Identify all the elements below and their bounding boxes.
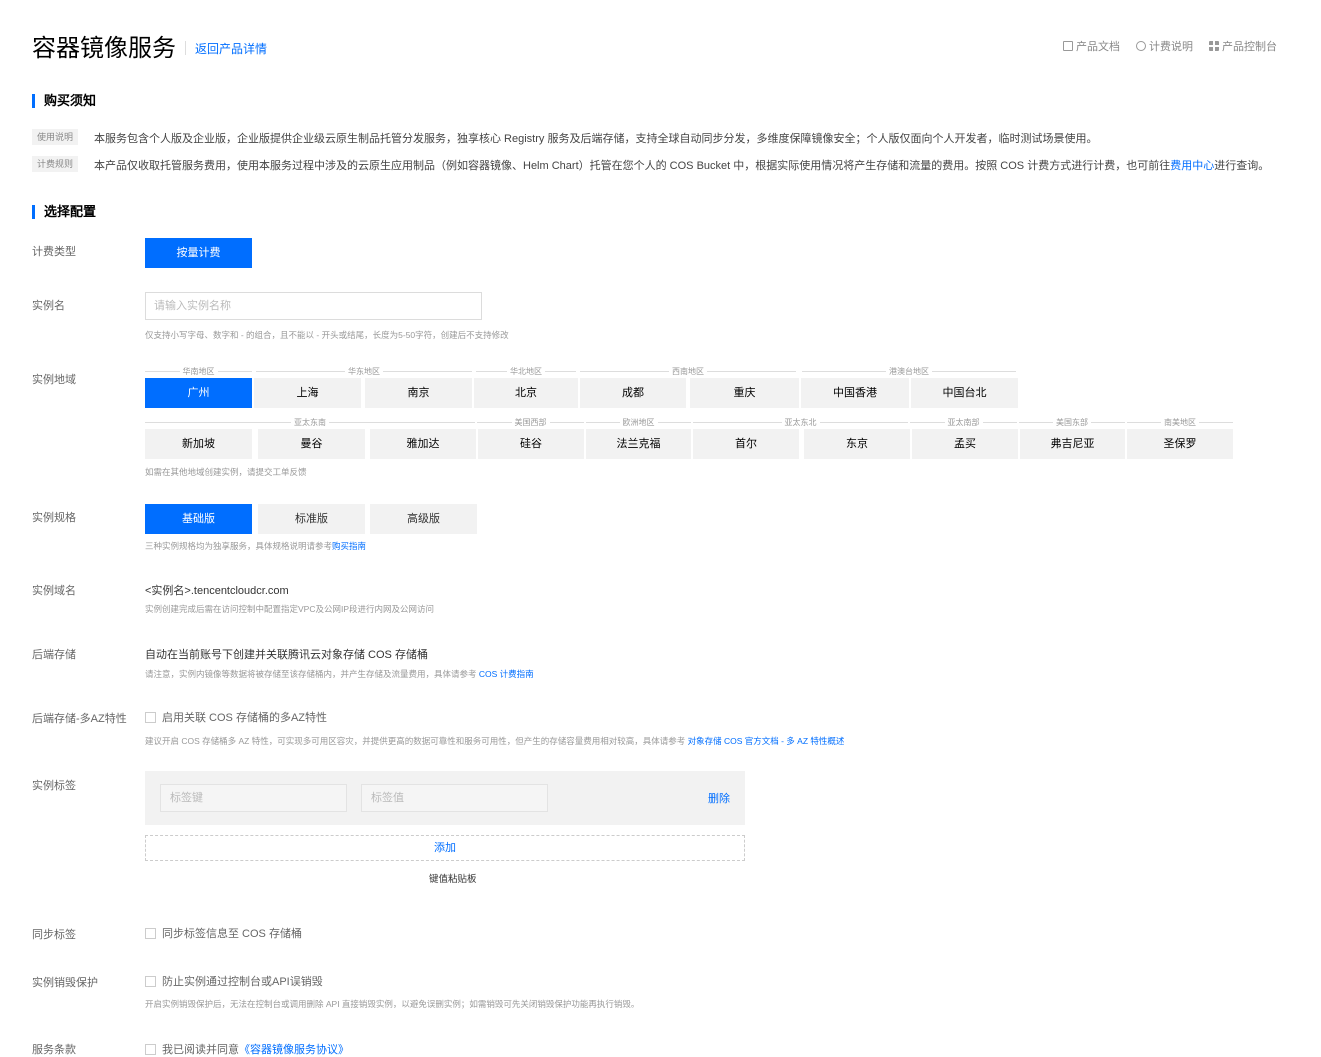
multi-az-hint-text: 建议开启 COS 存储桶多 AZ 特性，可实现多可用区容灾，并提供更高的数据可靠… [145,736,686,746]
info-icon [1136,41,1146,51]
region-group-us-west: 美国西部 [477,416,584,428]
grid-icon [1209,41,1219,51]
purchase-guide-link[interactable]: 购买指南 [332,541,366,551]
spec-standard-button[interactable]: 标准版 [258,504,365,534]
spec-hint: 三种实例规格均为独享服务，具体规格说明请参考购买指南 [145,540,366,552]
region-chongqing[interactable]: 重庆 [690,378,799,408]
notice-section-title: 购买须知 [32,94,96,108]
storage-hint: 请注意，实例内镜像等数据将被存储至该存储桶内，并产生存储及流量费用，具体请参考 … [145,668,534,680]
title-divider [185,41,186,55]
billing-rule-tag: 计费规则 [32,156,78,172]
region-guangzhou[interactable]: 广州 [145,378,252,408]
usage-tag: 使用说明 [32,129,78,145]
sync-tags-option[interactable]: 同步标签信息至 COS 存储桶 [145,925,302,941]
region-tokyo[interactable]: 东京 [804,429,910,459]
multi-az-option[interactable]: 启用关联 COS 存储桶的多AZ特性 [145,709,327,725]
spec-premium-button[interactable]: 高级版 [370,504,477,534]
region-silicon-valley[interactable]: 硅谷 [478,429,584,459]
multi-az-checkbox[interactable] [145,711,156,723]
sync-tags-checkbox[interactable] [145,927,156,939]
terms-checkbox[interactable] [145,1043,156,1055]
terms-text: 我已阅读并同意《容器镜像服务协议》 [162,1044,349,1056]
region-group-south-america: 南美地区 [1127,416,1233,428]
region-group-ap-south: 亚太南部 [910,416,1017,428]
destroy-protect-option[interactable]: 防止实例通过控制台或API误销毁 [145,973,323,989]
region-nanjing[interactable]: 南京 [365,378,472,408]
region-sao-paulo[interactable]: 圣保罗 [1127,429,1233,459]
pay-as-you-go-button[interactable]: 按量计费 [145,238,252,268]
region-group-southwest-china: 西南地区 [580,365,796,377]
region-hint: 如需在其他地域创建实例，请提交工单反馈 [145,467,307,477]
region-frankfurt[interactable]: 法兰克福 [586,429,691,459]
billing-rule-text: 本产品仅收取托管服务费用，使用本服务过程中涉及的云原生应用制品（例如容器镜像、H… [94,157,1269,173]
instance-name-label: 实例名 [32,300,65,312]
instance-name-hint: 仅支持小写字母、数字和 - 的组合，且不能以 - 开头或结尾，长度为5-50字符… [145,330,509,340]
billing-info-link[interactable]: 计费说明 [1136,38,1193,54]
document-icon [1063,41,1073,51]
billing-type-label: 计费类型 [32,246,76,258]
product-console-link[interactable]: 产品控制台 [1209,38,1277,54]
terms-label: 服务条款 [32,1044,76,1056]
region-mumbai[interactable]: 孟买 [912,429,1018,459]
tag-add-button[interactable]: 添加 [145,835,745,861]
sync-tags-label: 同步标签 [32,929,76,941]
tag-delete-button[interactable]: 删除 [708,790,730,806]
region-seoul[interactable]: 首尔 [693,429,799,459]
tag-value-input[interactable]: 标签值 [361,784,548,812]
region-group-us-east: 美国东部 [1019,416,1125,428]
region-beijing[interactable]: 北京 [474,378,578,408]
storage-hint-text: 请注意，实例内镜像等数据将被存储至该存储桶内，并产生存储及流量费用，具体请参考 [145,669,477,679]
storage-label: 后端存储 [32,649,76,661]
tag-paste-board-button[interactable]: 键值粘贴板 [429,871,477,885]
region-taipei[interactable]: 中国台北 [911,378,1018,408]
spec-basic-button[interactable]: 基础版 [145,504,252,534]
tags-label: 实例标签 [32,780,76,792]
back-to-product-link[interactable]: 返回产品详情 [195,40,267,57]
top-links: 产品文档 计费说明 产品控制台 [1063,38,1277,54]
domain-hint: 实例创建完成后需在访问控制中配置指定VPC及公网IP段进行内网及公网访问 [145,604,435,614]
page-title: 容器镜像服务 [32,35,176,62]
destroy-protect-label: 实例销毁保护 [32,977,98,989]
region-virginia[interactable]: 弗吉尼亚 [1020,429,1125,459]
region-hongkong[interactable]: 中国香港 [801,378,909,408]
cost-center-link[interactable]: 费用中心 [1170,160,1214,172]
region-group-hk-tw: 港澳台地区 [802,365,1016,377]
multi-az-label: 后端存储-多AZ特性 [32,713,127,725]
terms-option[interactable]: 我已阅读并同意《容器镜像服务协议》 [145,1041,349,1057]
destroy-protect-hint: 开启实例销毁保护后，无法在控制台或调用删除 API 直接销毁实例，以避免误删实例… [145,999,640,1009]
domain-value: <实例名>.tencentcloudcr.com [145,585,289,597]
instance-name-input[interactable]: 请输入实例名称 [145,292,482,320]
destroy-protect-checkbox[interactable] [145,975,156,987]
config-section-title: 选择配置 [32,205,96,219]
region-group-east-china: 华东地区 [256,365,472,377]
region-group-ap-northeast: 亚太东北 [693,416,908,428]
region-group-north-china: 华北地区 [476,365,576,377]
tag-key-input[interactable]: 标签键 [160,784,347,812]
region-bangkok[interactable]: 曼谷 [258,429,365,459]
multi-az-checkbox-label: 启用关联 COS 存储桶的多AZ特性 [162,712,328,724]
service-agreement-link[interactable]: 《容器镜像服务协议》 [239,1044,349,1056]
usage-text: 本服务包含个人版及企业版，企业版提供企业级云原生制品托管分发服务，独享核心 Re… [94,133,1098,145]
region-group-ap-southeast: 亚太东南 [145,416,475,428]
billing-rule-body: 本产品仅收取托管服务费用，使用本服务过程中涉及的云原生应用制品（例如容器镜像、H… [94,160,1171,172]
storage-value: 自动在当前账号下创建并关联腾讯云对象存储 COS 存储桶 [145,649,428,661]
product-docs-link[interactable]: 产品文档 [1063,38,1120,54]
region-shanghai[interactable]: 上海 [254,378,361,408]
region-singapore[interactable]: 新加坡 [145,429,252,459]
region-chengdu[interactable]: 成都 [580,378,686,408]
sync-tags-checkbox-label: 同步标签信息至 COS 存储桶 [162,928,302,940]
spec-hint-text: 三种实例规格均为独享服务，具体规格说明请参考 [145,541,333,551]
spec-label: 实例规格 [32,512,76,524]
multi-az-hint: 建议开启 COS 存储桶多 AZ 特性，可实现多可用区容灾，并提供更高的数据可靠… [145,735,844,747]
domain-label: 实例域名 [32,585,76,597]
region-group-south-china: 华南地区 [145,365,252,377]
region-group-europe: 欧洲地区 [586,416,691,428]
cos-billing-guide-link[interactable]: COS 计费指南 [479,669,534,679]
destroy-protect-checkbox-label: 防止实例通过控制台或API误销毁 [162,976,323,988]
region-label: 实例地域 [32,374,76,386]
region-jakarta[interactable]: 雅加达 [370,429,476,459]
multi-az-doc-link[interactable]: 对象存储 COS 官方文档 - 多 AZ 特性概述 [688,736,845,746]
billing-rule-suffix: 进行查询。 [1214,160,1270,172]
